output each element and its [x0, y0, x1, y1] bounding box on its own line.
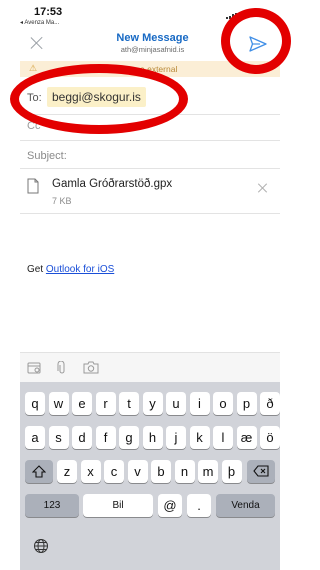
camera-icon[interactable] — [83, 361, 99, 379]
divider — [20, 140, 280, 141]
annotation-circle-recipient — [10, 64, 188, 134]
key-k[interactable]: k — [189, 426, 210, 449]
globe-icon[interactable] — [33, 538, 49, 559]
key-e[interactable]: e — [72, 392, 92, 415]
key-n[interactable]: n — [174, 460, 195, 483]
attachment-size: 7 KB — [52, 196, 72, 206]
key-r[interactable]: r — [95, 392, 116, 415]
key-l[interactable]: l — [213, 426, 233, 449]
key-z[interactable]: z — [57, 460, 77, 483]
key-u[interactable]: u — [166, 392, 186, 415]
paperclip-icon[interactable] — [57, 360, 67, 380]
outlook-ios-link[interactable]: Outlook for iOS — [46, 264, 114, 275]
key-t[interactable]: t — [119, 392, 139, 415]
key-w[interactable]: w — [48, 392, 69, 415]
key-h[interactable]: h — [142, 426, 163, 449]
key-þ[interactable]: þ — [221, 460, 242, 483]
key-v[interactable]: v — [127, 460, 148, 483]
key-æ[interactable]: æ — [236, 426, 257, 449]
numbers-key[interactable]: 123 — [25, 494, 79, 517]
annotation-circle-send — [221, 8, 291, 74]
key-ð[interactable]: ð — [260, 392, 280, 415]
key-ö[interactable]: ö — [260, 426, 280, 449]
space-key[interactable]: Bil — [83, 494, 153, 517]
calendar-icon[interactable] — [27, 361, 41, 379]
return-key[interactable]: Venda — [216, 494, 275, 517]
dot-key[interactable]: . — [187, 494, 211, 517]
divider — [20, 213, 280, 214]
backspace-key[interactable] — [247, 460, 275, 483]
remove-attachment-icon[interactable] — [258, 183, 268, 193]
subject-field[interactable]: Subject: — [27, 150, 67, 162]
email-signature: Get Outlook for iOS — [27, 264, 114, 275]
keyboard: qwertyuiopð asdfghjklæö zxcvbnmþ 123 Bil… — [20, 382, 280, 570]
key-a[interactable]: a — [25, 426, 45, 449]
at-key[interactable]: @ — [158, 494, 182, 517]
key-i[interactable]: i — [189, 392, 210, 415]
divider — [20, 168, 280, 169]
key-f[interactable]: f — [95, 426, 116, 449]
warning-icon: ⚠ — [29, 63, 38, 73]
key-y[interactable]: y — [142, 392, 163, 415]
key-g[interactable]: g — [119, 426, 139, 449]
signature-prefix: Get — [27, 264, 46, 275]
key-c[interactable]: c — [104, 460, 124, 483]
key-m[interactable]: m — [198, 460, 218, 483]
file-icon — [27, 178, 39, 194]
key-b[interactable]: b — [151, 460, 171, 483]
key-q[interactable]: q — [25, 392, 45, 415]
key-j[interactable]: j — [166, 426, 186, 449]
attachment-name[interactable]: Gamla Gróðrarstöð.gpx — [52, 178, 172, 190]
shift-icon — [31, 465, 47, 478]
key-x[interactable]: x — [80, 460, 101, 483]
key-s[interactable]: s — [48, 426, 69, 449]
backspace-icon — [253, 465, 269, 477]
shift-key[interactable] — [25, 460, 53, 483]
attachment-toolbar — [20, 352, 280, 383]
key-d[interactable]: d — [72, 426, 92, 449]
key-p[interactable]: p — [236, 392, 257, 415]
status-time: 17:53 — [34, 6, 63, 18]
back-to-app-link[interactable]: ◂ Avenza Ma... — [20, 19, 59, 26]
key-o[interactable]: o — [213, 392, 233, 415]
